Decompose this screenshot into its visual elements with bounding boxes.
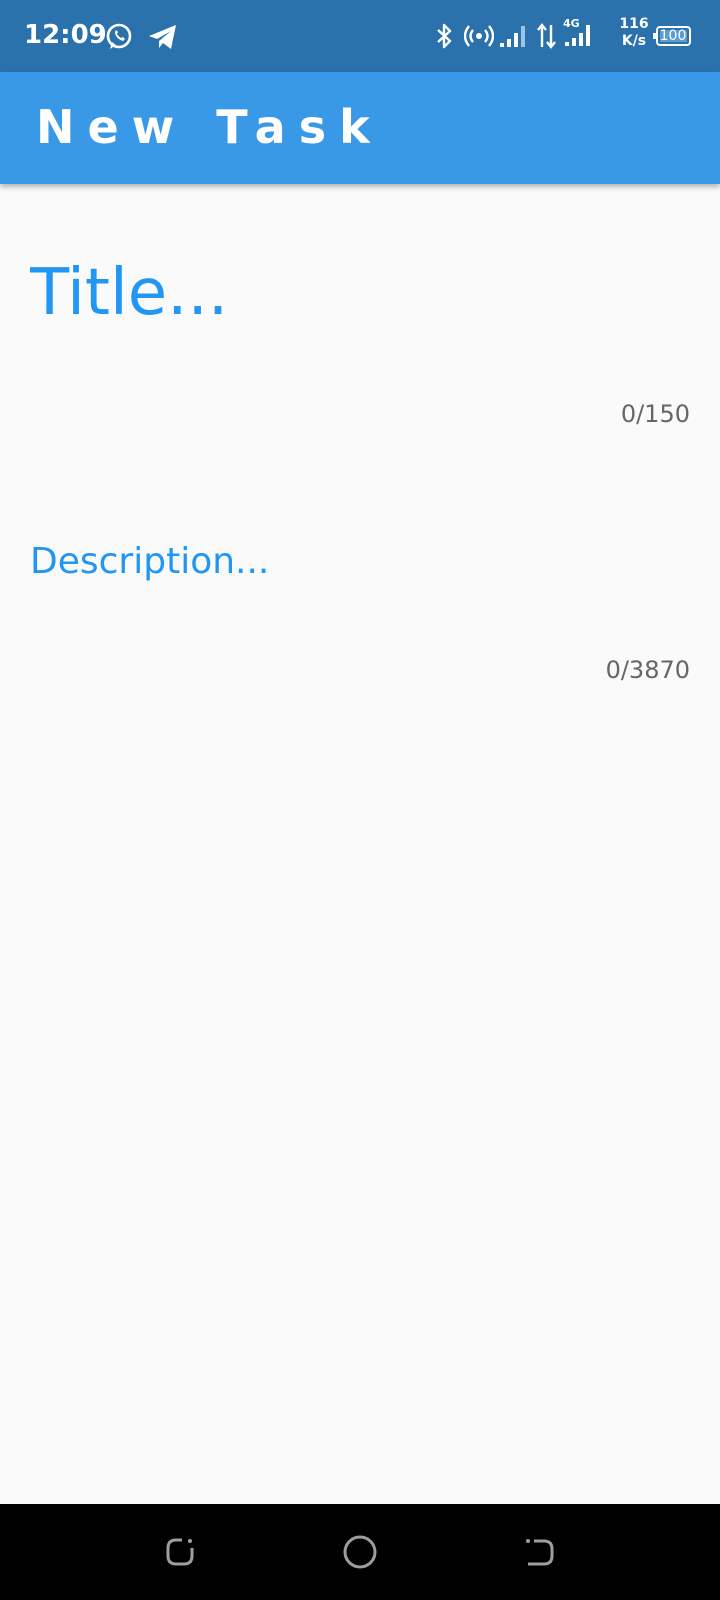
network-speed: 116 K/s bbox=[617, 16, 651, 50]
back-icon bbox=[526, 1539, 554, 1566]
description-char-counter: 0/3870 bbox=[605, 656, 690, 684]
title-input[interactable] bbox=[30, 248, 690, 338]
data-transfer-icon bbox=[537, 23, 556, 49]
status-bar: 12:09 4G 116 K/s 100 bbox=[0, 0, 720, 72]
page-title: New Task bbox=[36, 100, 383, 154]
app-bar: New Task bbox=[0, 72, 720, 184]
signal-icon bbox=[500, 26, 525, 47]
recents-button[interactable] bbox=[156, 1528, 204, 1576]
navigation-bar bbox=[0, 1504, 720, 1600]
battery-level: 100 bbox=[659, 28, 687, 44]
network-speed-unit: K/s bbox=[621, 33, 647, 49]
network-speed-value: 116 bbox=[619, 16, 649, 32]
screen: 12:09 4G 116 K/s 100 New Task Title... 0… bbox=[0, 0, 720, 1600]
bluetooth-icon bbox=[437, 23, 452, 49]
signal-4g-icon: 4G bbox=[563, 17, 590, 46]
home-button[interactable] bbox=[336, 1528, 384, 1576]
svg-text:4G: 4G bbox=[563, 17, 580, 30]
status-time: 12:09 bbox=[24, 20, 107, 50]
battery-icon: 100 bbox=[652, 26, 692, 46]
description-input[interactable] bbox=[30, 532, 690, 590]
telegram-icon bbox=[149, 25, 176, 49]
hotspot-icon bbox=[464, 25, 494, 47]
title-char-counter: 0/150 bbox=[620, 400, 690, 428]
home-icon bbox=[343, 1535, 377, 1569]
whatsapp-icon bbox=[106, 23, 132, 49]
back-button[interactable] bbox=[516, 1528, 564, 1576]
recents-icon bbox=[166, 1538, 194, 1566]
